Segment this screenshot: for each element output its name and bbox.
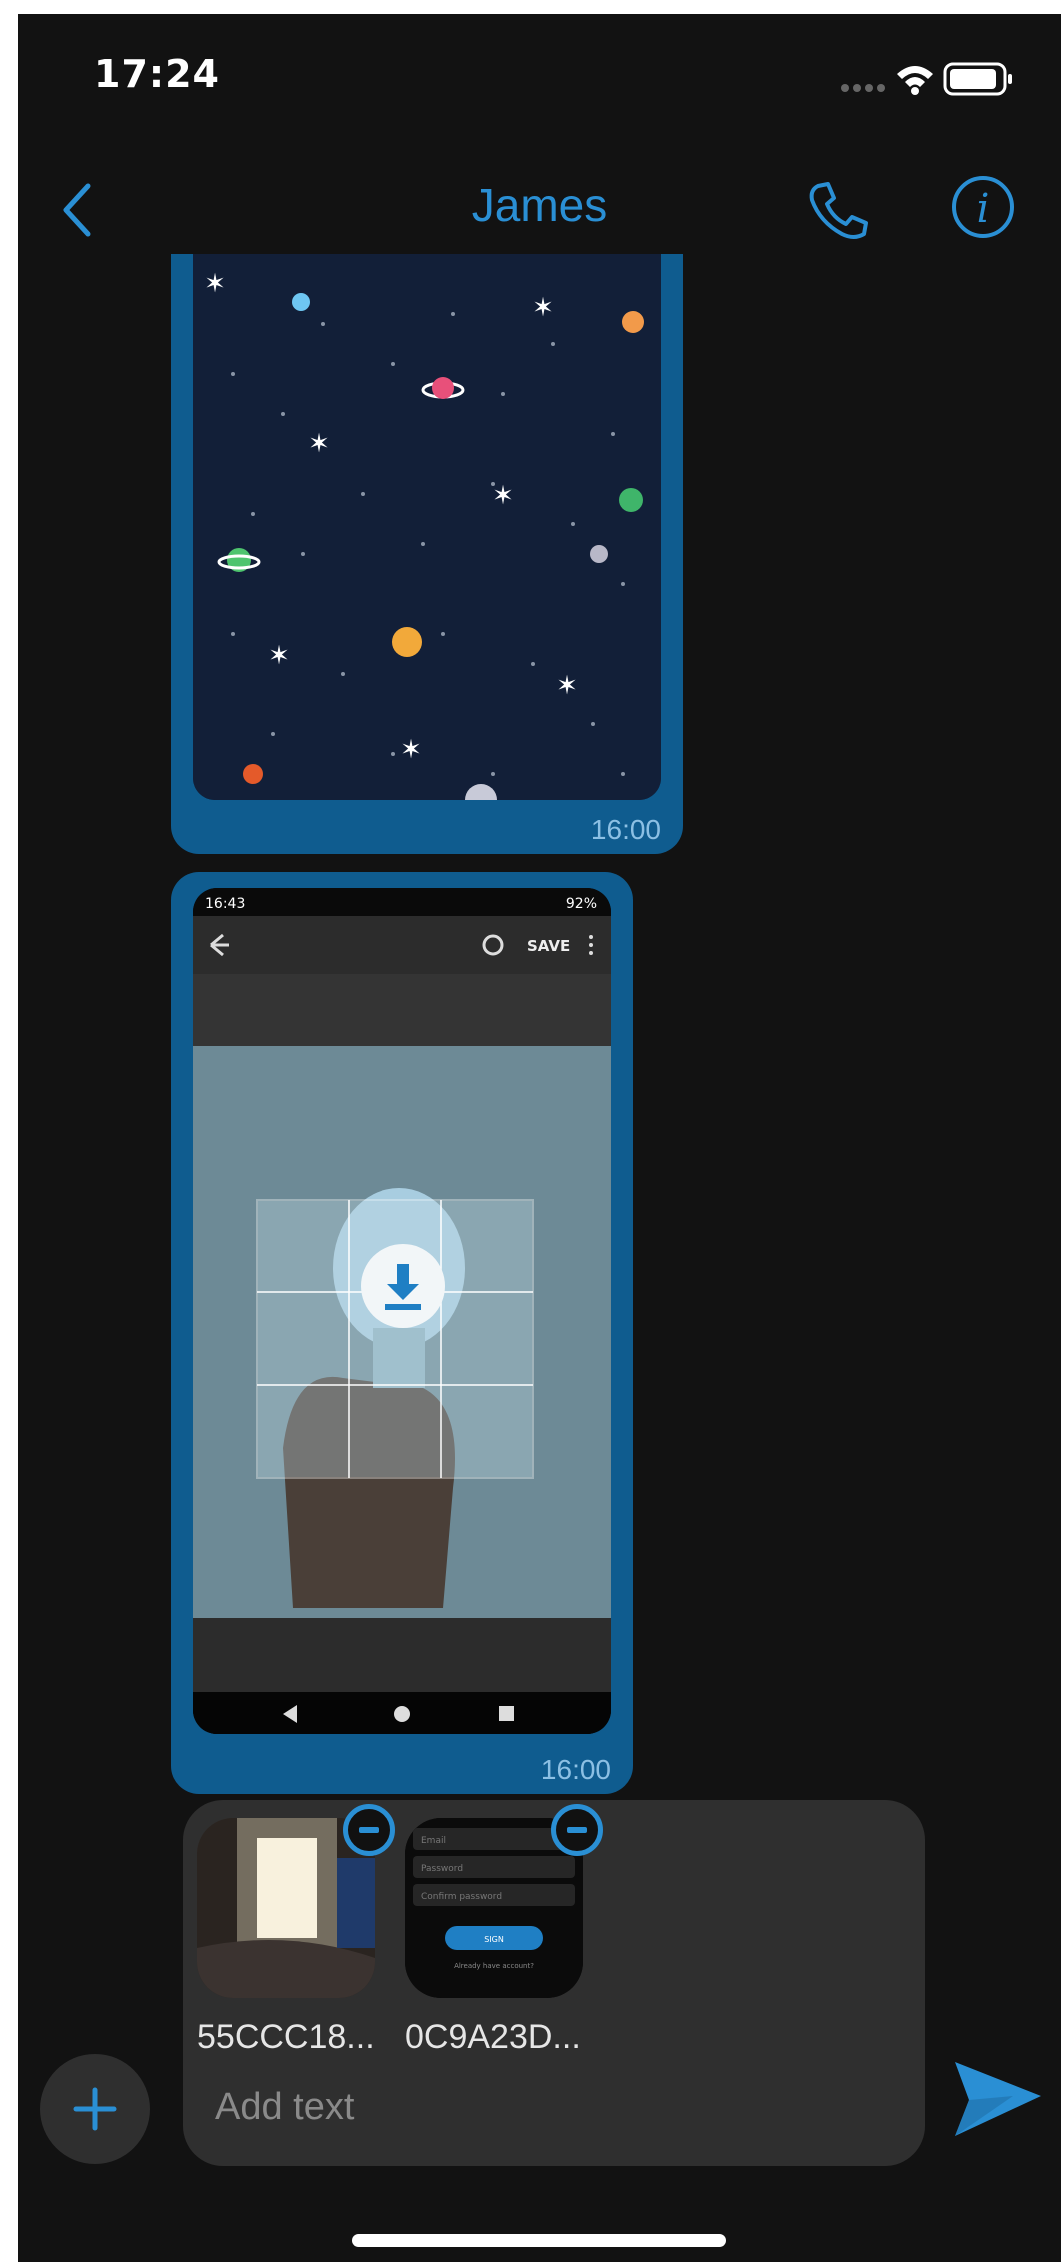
- add-attachment-button[interactable]: [40, 2054, 150, 2164]
- attachment-filename-1: 55CCC18...: [197, 2018, 375, 2056]
- mini-status-time: 16:43: [205, 896, 245, 912]
- signal-icon: [841, 84, 885, 92]
- svg-text:✶: ✶: [492, 481, 514, 511]
- mini-confirm-field: Confirm password: [421, 1892, 502, 1902]
- home-indicator: [352, 2234, 726, 2247]
- mini-sign-button: SIGN: [484, 1935, 504, 1944]
- battery-icon: [943, 62, 1012, 96]
- send-icon: [955, 2062, 1041, 2136]
- mini-email-field: Email: [421, 1836, 446, 1846]
- svg-text:i: i: [977, 186, 990, 232]
- attachment-filename-2: 0C9A23D...: [405, 2018, 581, 2056]
- message-text-input[interactable]: Add text: [215, 2086, 354, 2129]
- status-time: 17:24: [94, 52, 220, 96]
- svg-text:✶: ✶: [400, 735, 422, 765]
- message-composer: 55CCC18... Email Password Confirm passwo…: [183, 1800, 925, 2166]
- message-bubble-image-1[interactable]: ✶ ✶ ✶ ✶ ✶ ✶ ✶ 16:00: [171, 254, 683, 854]
- svg-text:✶: ✶: [556, 671, 578, 701]
- contact-name: James: [471, 179, 608, 231]
- mini-status-battery: 92%: [566, 896, 597, 912]
- svg-text:✶: ✶: [204, 269, 226, 299]
- download-button[interactable]: [361, 1244, 445, 1328]
- info-button[interactable]: i: [948, 172, 1018, 242]
- remove-attachment-1-button[interactable]: [343, 1804, 395, 1856]
- download-icon: [385, 1264, 421, 1310]
- info-icon: i: [952, 176, 1014, 238]
- send-button[interactable]: [953, 2054, 1043, 2144]
- svg-text:✶: ✶: [308, 429, 330, 459]
- message-bubble-image-2[interactable]: 16:43 92% SAVE 16:00: [171, 872, 633, 1794]
- space-wallpaper-image[interactable]: ✶ ✶ ✶ ✶ ✶ ✶ ✶: [193, 254, 661, 800]
- message-time: 16:00: [540, 1754, 611, 1785]
- mini-save-label: SAVE: [527, 937, 570, 955]
- status-bar: 17:24: [18, 14, 1061, 154]
- phone-icon: [809, 182, 868, 239]
- nav-bar: James i: [18, 154, 1061, 264]
- status-icons: [839, 58, 1019, 102]
- message-time: 16:00: [590, 814, 661, 845]
- svg-text:✶: ✶: [268, 641, 290, 671]
- wifi-icon: [897, 66, 933, 95]
- svg-text:✶: ✶: [532, 293, 554, 323]
- remove-attachment-2-button[interactable]: [551, 1804, 603, 1856]
- mini-link: Already have account?: [454, 1962, 534, 1970]
- phone-screen: 17:24 James i ✶ ✶ ✶ ✶ ✶ ✶ ✶ 16:00 16:43 …: [18, 14, 1061, 2262]
- screenshot-image[interactable]: 16:43 92% SAVE: [193, 888, 611, 1734]
- call-button[interactable]: [798, 174, 878, 244]
- mini-password-field: Password: [421, 1864, 463, 1874]
- plus-icon: [73, 2087, 117, 2131]
